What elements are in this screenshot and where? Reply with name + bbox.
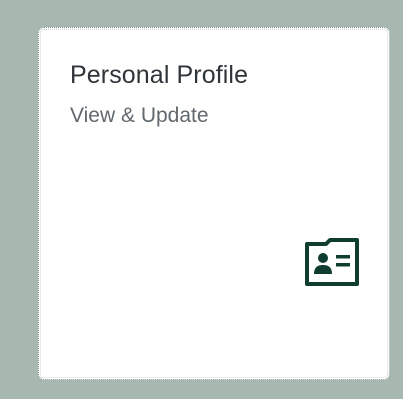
contact-card-icon [304, 238, 360, 286]
personal-profile-tile[interactable]: Personal Profile View & Update [38, 27, 390, 380]
tile-subtitle: View & Update [70, 104, 209, 127]
tile-title: Personal Profile [70, 61, 249, 89]
